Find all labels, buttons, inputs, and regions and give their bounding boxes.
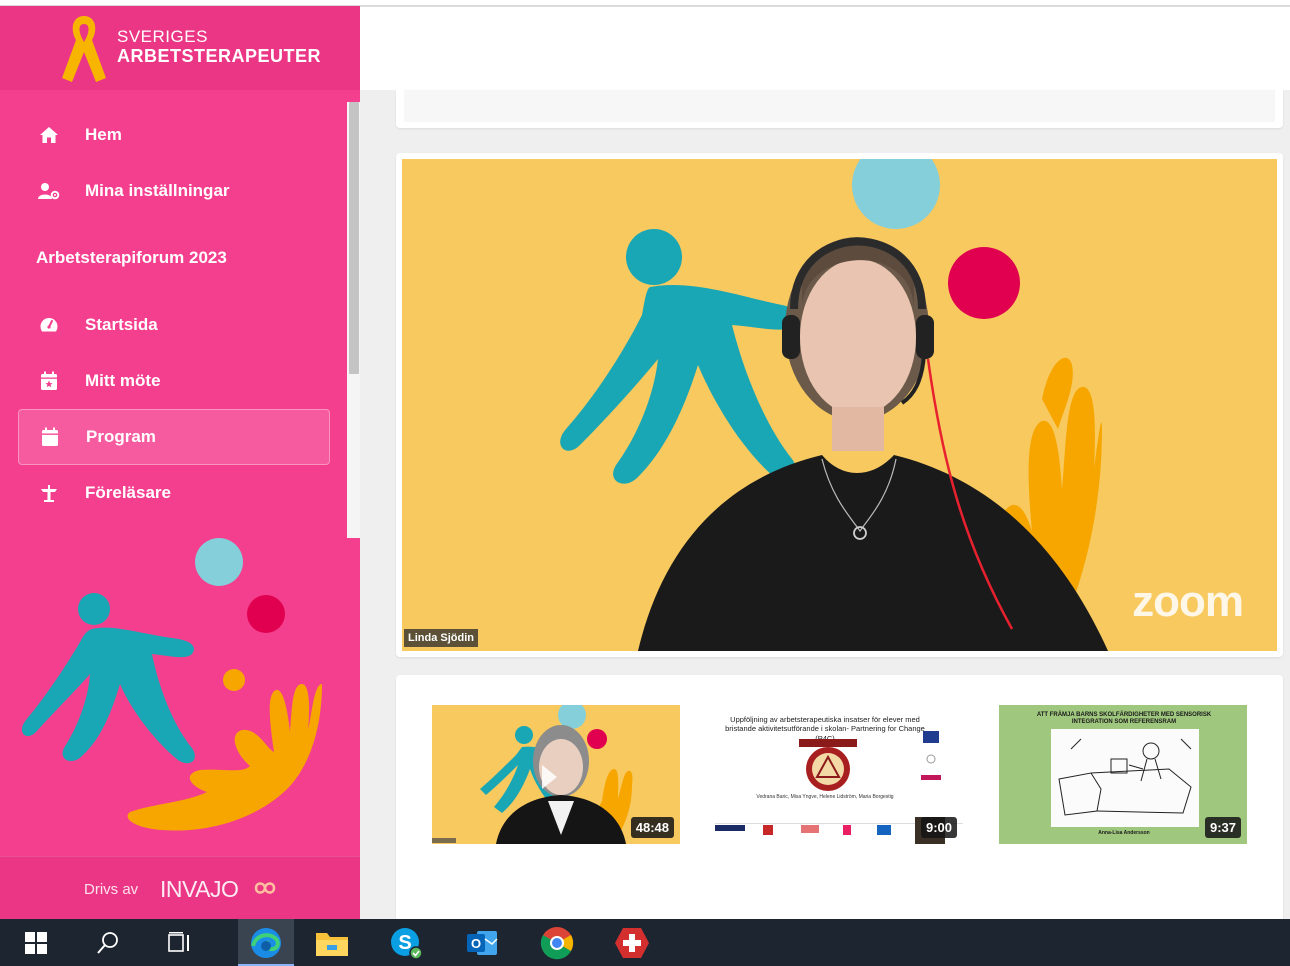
sidebar-item-mitt-mote[interactable]: Mitt möte: [18, 353, 330, 409]
calendar-star-icon: [38, 370, 60, 392]
thumbnail-drawing: [1051, 729, 1199, 827]
folder-icon: [316, 932, 348, 956]
powered-by-label: Drivs av: [84, 881, 139, 898]
video-duration-badge: 9:00: [920, 817, 957, 838]
sidebar-item-program[interactable]: Program: [18, 409, 330, 465]
sidebar-item-label: Föreläsare: [85, 483, 171, 502]
sidebar-item-startsida[interactable]: Startsida: [18, 297, 330, 353]
dashboard-icon: [38, 314, 60, 336]
taskbar-file-explorer[interactable]: [304, 919, 360, 966]
video-duration-badge: 9:37: [1204, 817, 1241, 838]
ribbon-logo-icon: [62, 16, 106, 82]
taskbar-chrome[interactable]: [529, 919, 585, 966]
sidebar-item-forelasare[interactable]: Föreläsare: [18, 465, 330, 521]
brand-name-line2: ARBETSTERAPEUTER: [117, 46, 322, 66]
search-button[interactable]: [80, 919, 136, 966]
speaker-name-tag: Linda Sjödin: [404, 629, 478, 647]
info-card-body: [404, 90, 1275, 122]
taskbar-outlook[interactable]: O: [454, 919, 510, 966]
sidebar-nav: Hem Mina inställningar Arbetsterapiforum…: [18, 107, 330, 521]
video-thumbnail[interactable]: ATT FRÄMJA BARNS SKOLFÄRDIGHETER MED SEN…: [999, 705, 1247, 844]
powered-by-footer[interactable]: Drivs av INVAJO: [0, 856, 360, 919]
sidebar-item-label: Mina inställningar: [85, 181, 230, 200]
home-icon: [38, 124, 60, 146]
sidebar-item-label: Hem: [85, 125, 122, 144]
lectern-icon: [38, 482, 60, 504]
invajo-logo-text: INVAJO: [160, 876, 239, 902]
video-thumbnail[interactable]: 48:48: [432, 705, 680, 844]
sidebar-item-hem[interactable]: Hem: [18, 107, 330, 163]
red-cross-icon: [615, 927, 649, 958]
video-duration-badge: 48:48: [630, 817, 674, 838]
forum-illustration: [22, 538, 322, 831]
sidebar-scrollbar-thumb[interactable]: [349, 102, 359, 374]
zoom-watermark: zoom: [1132, 577, 1244, 626]
section-title: Arbetsterapiforum 2023: [36, 248, 227, 267]
thumbnail-poster-caption: Anna-Lisa Andersson: [1098, 830, 1150, 836]
task-view-icon: [168, 931, 189, 952]
edge-browser-icon: [251, 927, 281, 958]
sidebar-item-label: Mitt möte: [85, 371, 161, 390]
chrome-icon: [540, 926, 574, 959]
thumbnail-poster-authors: Vedrana Baric, Misa Yngve, Helene Lidstr…: [756, 794, 894, 800]
taskbar-skype[interactable]: S: [378, 919, 434, 966]
top-header: [360, 6, 1290, 90]
windows-taskbar: S O: [0, 919, 1290, 966]
user-settings-icon: [38, 180, 60, 202]
invajo-swirl-icon: [254, 882, 276, 894]
app-screen: SVERIGES ARBETSTERAPEUTER Hem Mina instä…: [0, 0, 1290, 966]
sidebar-item-label: Startsida: [85, 315, 158, 334]
outlook-icon: O: [467, 930, 498, 955]
taskbar-red-cross-app[interactable]: [604, 919, 660, 966]
video-card: Linda Sjödin zoom: [396, 153, 1283, 657]
svg-text:O: O: [471, 936, 481, 951]
sidebar: SVERIGES ARBETSTERAPEUTER Hem Mina instä…: [0, 6, 360, 919]
thumbnail-poster-title: ATT FRÄMJA BARNS SKOLFÄRDIGHETER MED SEN…: [1036, 712, 1212, 726]
video-thumbnail[interactable]: Uppföljning av arbetsterapeutiska insats…: [715, 705, 963, 844]
start-button[interactable]: [8, 919, 64, 966]
task-view-button[interactable]: [152, 919, 208, 966]
skype-icon: S: [391, 927, 423, 960]
brand-name-line1: SVERIGES: [117, 27, 208, 46]
search-icon: [97, 931, 118, 954]
video-player[interactable]: Linda Sjödin zoom: [402, 159, 1277, 651]
taskbar-edge[interactable]: [238, 919, 294, 966]
related-videos-card: 48:48 Uppföljning av arbetsterapeutiska …: [396, 675, 1283, 935]
sidebar-item-mina-installningar[interactable]: Mina inställningar: [18, 163, 330, 219]
windows-logo-icon: [25, 931, 47, 954]
sidebar-item-label: Program: [86, 427, 156, 446]
info-card: [396, 90, 1283, 128]
brand-header[interactable]: SVERIGES ARBETSTERAPEUTER: [0, 6, 360, 90]
calendar-icon: [39, 426, 61, 448]
